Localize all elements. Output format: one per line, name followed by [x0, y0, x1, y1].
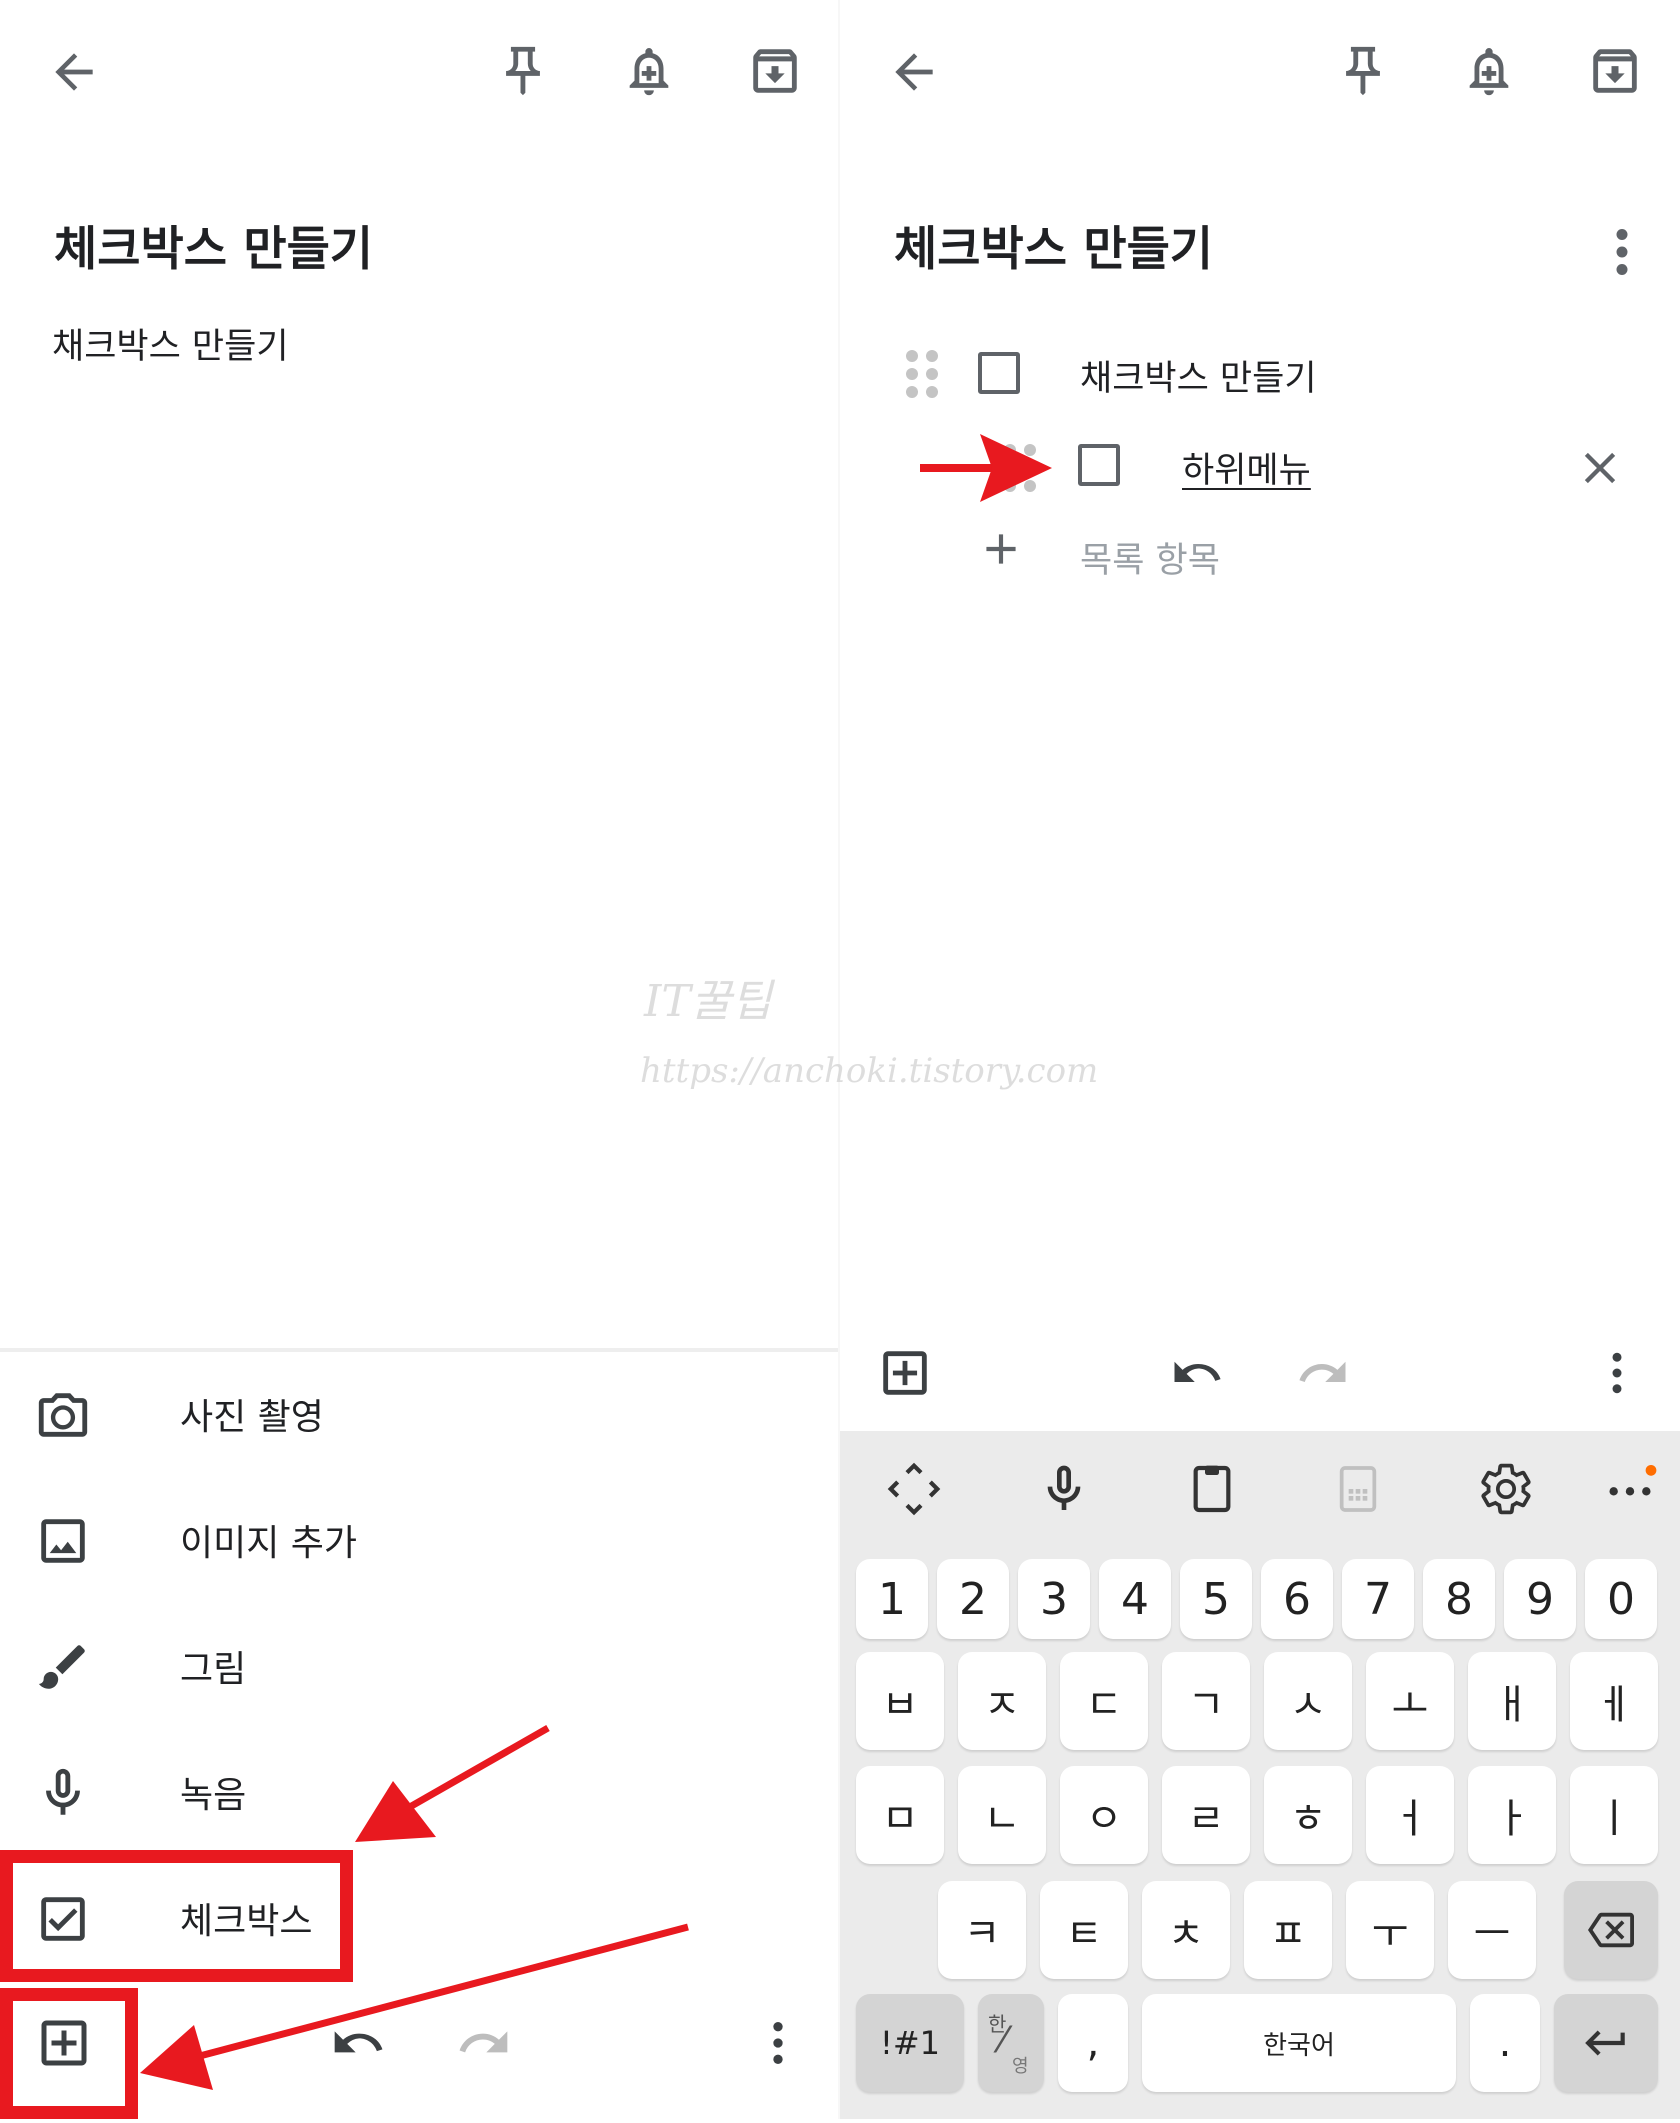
annotation-highlight-checkbox [0, 1850, 353, 1982]
brush-icon [34, 1638, 92, 1696]
key-6[interactable]: 6 [1261, 1559, 1333, 1639]
menu-item-label: 녹음 [180, 1775, 247, 1816]
delete-item-icon[interactable] [1574, 442, 1626, 494]
key-4[interactable]: 4 [1099, 1559, 1171, 1639]
key-consonant[interactable]: ㅊ [1142, 1881, 1230, 1979]
undo-icon[interactable] [1170, 1346, 1224, 1400]
camera-icon [34, 1386, 92, 1444]
period-key[interactable]: . [1470, 1994, 1540, 2092]
key-1[interactable]: 1 [856, 1559, 928, 1639]
archive-icon[interactable] [1586, 42, 1644, 100]
note-body[interactable]: 채크박스 만들기 [52, 318, 289, 369]
note-title[interactable]: 체크박스 만들기 [894, 210, 1213, 279]
menu-item-label: 사진 촬영 [180, 1397, 324, 1438]
add-box-icon[interactable] [876, 1344, 934, 1402]
more-vert-icon[interactable] [750, 2015, 806, 2071]
menu-item-add-image[interactable]: 이미지 추가 [0, 1478, 840, 1598]
watermark-line-1: IT꿀팁 [644, 976, 772, 1027]
key-consonant[interactable]: ㅂ [856, 1652, 944, 1750]
enter-key[interactable] [1554, 1994, 1658, 2092]
key-consonant[interactable]: ㅁ [856, 1766, 944, 1864]
menu-item-label: 그림 [180, 1649, 247, 1690]
annotation-arrow-to-drag-handle [920, 434, 1052, 502]
key-vowel[interactable]: ㅡ [1448, 1881, 1536, 1979]
key-consonant[interactable]: ㅌ [1040, 1881, 1128, 1979]
add-list-item-placeholder: 목록 항목 [1080, 541, 1220, 581]
back-arrow-icon[interactable] [46, 44, 102, 100]
drag-handle-icon[interactable] [902, 346, 942, 402]
key-consonant[interactable]: ㅅ [1264, 1652, 1352, 1750]
cursor-move-icon[interactable] [886, 1461, 942, 1517]
key-vowel[interactable]: ㅐ [1468, 1652, 1556, 1750]
backspace-key[interactable] [1564, 1881, 1658, 1979]
key-vowel[interactable]: ㅏ [1468, 1766, 1556, 1864]
key-vowel[interactable]: ㅜ [1346, 1881, 1434, 1979]
key-vowel[interactable]: ㅣ [1570, 1766, 1658, 1864]
enter-icon [1585, 2030, 1625, 2056]
keypad-icon[interactable] [1330, 1461, 1386, 1517]
menu-item-drawing[interactable]: 그림 [0, 1604, 840, 1724]
image-icon [34, 1512, 92, 1570]
key-consonant[interactable]: ㅈ [958, 1652, 1046, 1750]
key-3[interactable]: 3 [1018, 1559, 1090, 1639]
key-consonant[interactable]: ㄱ [1162, 1652, 1250, 1750]
more-horiz-icon[interactable] [1602, 1461, 1658, 1517]
mic-icon [34, 1764, 92, 1822]
key-7[interactable]: 7 [1342, 1559, 1414, 1639]
back-arrow-icon[interactable] [886, 44, 942, 100]
menu-item-recording[interactable]: 녹음 [0, 1730, 840, 1850]
key-2[interactable]: 2 [937, 1559, 1009, 1639]
lang-switch-slash: ⁄ [1000, 2020, 1007, 2061]
more-vert-icon[interactable] [1590, 1346, 1644, 1400]
watermark-line-2: https://anchoki.tistory.com [640, 1051, 1099, 1091]
symbols-key[interactable]: !#1 [856, 1994, 964, 2092]
key-5[interactable]: 5 [1180, 1559, 1252, 1639]
watermark: IT꿀팁 https://anchoki.tistory.com [640, 965, 1099, 1091]
plus-icon [976, 524, 1026, 574]
key-8[interactable]: 8 [1423, 1559, 1495, 1639]
key-0[interactable]: 0 [1585, 1559, 1657, 1639]
key-consonant[interactable]: ㅎ [1264, 1766, 1352, 1864]
checkbox[interactable] [978, 352, 1020, 394]
undo-icon[interactable] [330, 2015, 386, 2071]
key-vowel[interactable]: ㅔ [1570, 1652, 1658, 1750]
key-consonant[interactable]: ㄹ [1162, 1766, 1250, 1864]
key-consonant[interactable]: ㄴ [958, 1766, 1046, 1864]
pin-icon[interactable] [494, 42, 552, 100]
language-switch-key[interactable]: 한 ⁄ 영 [978, 1994, 1044, 2092]
key-vowel[interactable]: ㅗ [1366, 1652, 1454, 1750]
backspace-icon [1588, 1912, 1634, 1948]
key-9[interactable]: 9 [1504, 1559, 1576, 1639]
key-consonant[interactable]: ㅍ [1244, 1881, 1332, 1979]
annotation-highlight-add-button [0, 1988, 138, 2119]
title-more-vert-icon[interactable] [1600, 222, 1644, 282]
key-consonant[interactable]: ㄷ [1060, 1652, 1148, 1750]
comma-key[interactable]: , [1058, 1994, 1128, 2092]
redo-icon[interactable] [1296, 1346, 1350, 1400]
checklist-item: 채크박스 만들기 [840, 328, 1680, 418]
menu-item-label: 이미지 추가 [180, 1523, 358, 1564]
add-list-item[interactable]: 목록 항목 [840, 510, 1680, 600]
reminder-bell-icon[interactable] [1460, 42, 1518, 100]
menu-item-take-photo[interactable]: 사진 촬영 [0, 1352, 840, 1472]
keyboard: 1 2 3 4 5 6 7 8 9 0 ㅂ ㅈ ㄷ ㄱ ㅅ ㅗ ㅐ ㅔ ㅁ ㄴ … [840, 1431, 1680, 2119]
clipboard-icon[interactable] [1184, 1461, 1240, 1517]
key-consonant[interactable]: ㅋ [938, 1881, 1026, 1979]
checklist-item-text[interactable]: 채크박스 만들기 [1080, 350, 1317, 401]
space-key[interactable]: 한국어 [1142, 1994, 1456, 2092]
pin-icon[interactable] [1334, 42, 1392, 100]
checklist-item-text[interactable]: 하위메뉴 [1182, 442, 1311, 493]
key-vowel[interactable]: ㅓ [1366, 1766, 1454, 1864]
settings-gear-icon[interactable] [1478, 1461, 1534, 1517]
reminder-bell-icon[interactable] [620, 42, 678, 100]
note-edit-toolbar [840, 1320, 1680, 1431]
key-consonant[interactable]: ㅇ [1060, 1766, 1148, 1864]
lang-switch-bottom-label: 영 [1012, 2056, 1029, 2077]
archive-icon[interactable] [746, 42, 804, 100]
voice-input-icon[interactable] [1036, 1461, 1092, 1517]
redo-icon[interactable] [456, 2015, 512, 2071]
note-title[interactable]: 체크박스 만들기 [54, 210, 373, 279]
